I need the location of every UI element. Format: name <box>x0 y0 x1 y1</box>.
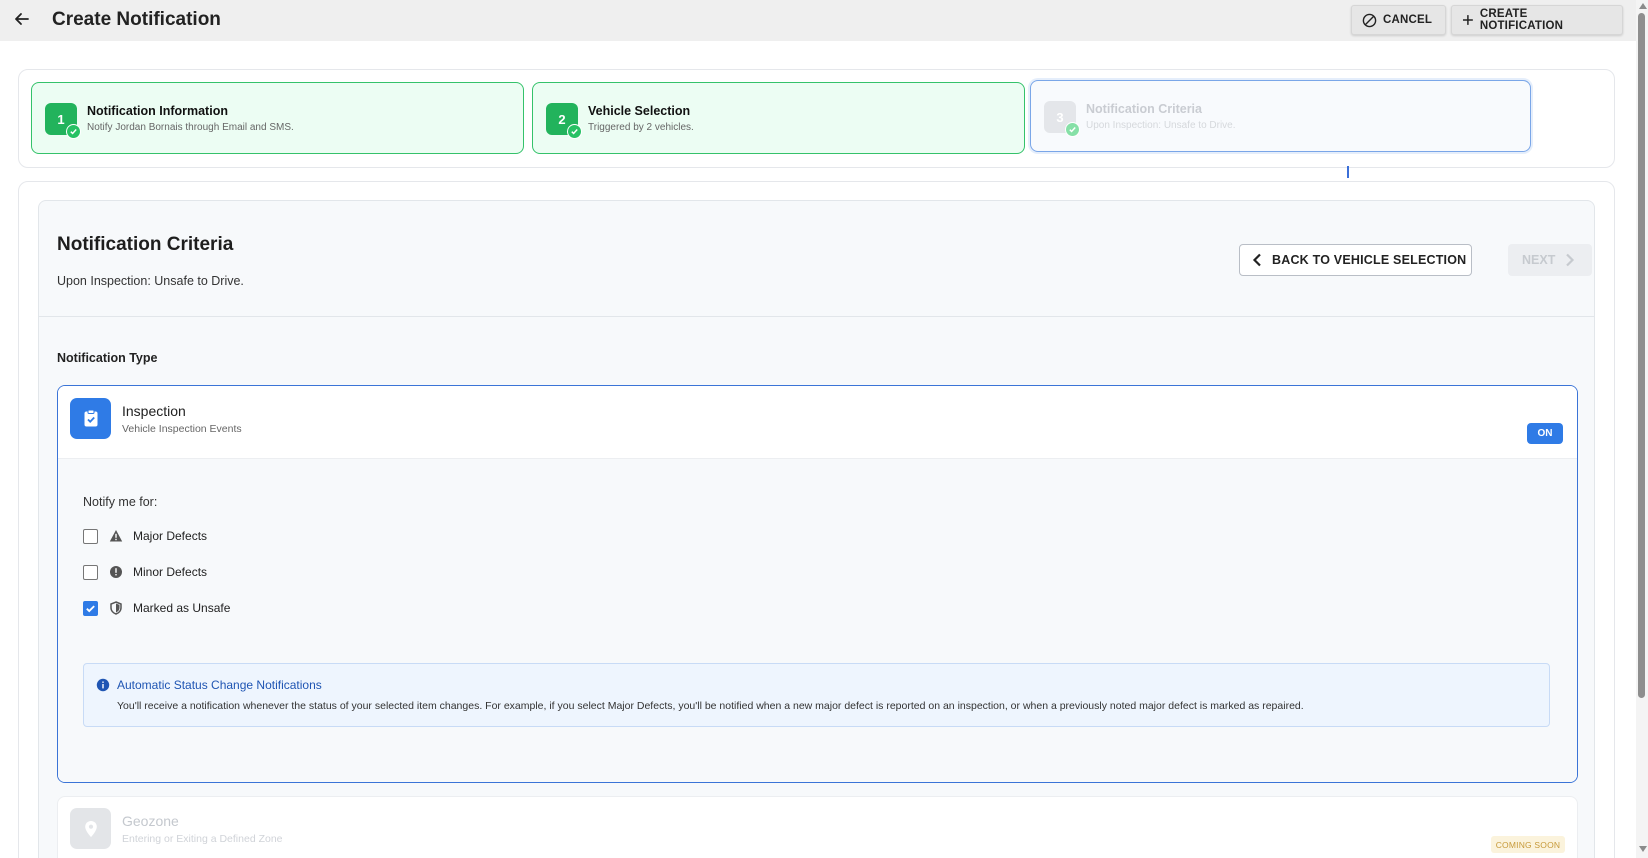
step-notification-information[interactable]: 1 Notification Information Notify Jordan… <box>31 82 524 154</box>
info-title: Automatic Status Change Notifications <box>117 678 322 692</box>
create-notification-button[interactable]: CREATE NOTIFICATION <box>1451 5 1623 35</box>
inspection-card-header: Inspection Vehicle Inspection Events ON <box>58 386 1577 459</box>
check-icon <box>66 124 81 139</box>
step-subtitle: Upon Inspection: Unsafe to Drive. <box>1086 120 1236 131</box>
geozone-subtitle: Entering or Exiting a Defined Zone <box>122 833 283 845</box>
major-defects-checkbox[interactable] <box>83 528 98 544</box>
page-title: Create Notification <box>52 9 221 30</box>
option-minor-defects[interactable]: Minor Defects <box>83 563 207 581</box>
back-arrow-icon[interactable] <box>12 9 32 29</box>
info-text: You'll receive a notification whenever t… <box>117 700 1304 712</box>
cancel-label: CANCEL <box>1383 14 1433 26</box>
inspection-subtitle: Vehicle Inspection Events <box>122 423 242 435</box>
notify-label: Notify me for: <box>83 495 158 509</box>
option-marked-as-unsafe[interactable]: Marked as Unsafe <box>83 599 230 617</box>
warning-triangle-icon <box>109 530 123 542</box>
clipboard-check-icon <box>70 398 111 439</box>
criteria-title: Notification Criteria <box>57 234 234 255</box>
step-title: Notification Criteria <box>1086 102 1202 116</box>
exclamation-circle-icon <box>110 566 122 578</box>
step-subtitle: Triggered by 2 vehicles. <box>588 122 694 133</box>
step-vehicle-selection[interactable]: 2 Vehicle Selection Triggered by 2 vehic… <box>532 82 1025 154</box>
shield-icon <box>110 601 122 615</box>
step-title: Notification Information <box>87 104 228 118</box>
scrollbar-thumb[interactable] <box>1638 13 1645 698</box>
minor-defects-checkbox[interactable] <box>83 564 98 580</box>
inspection-toggle[interactable]: ON <box>1527 423 1563 444</box>
next-button[interactable]: NEXT <box>1508 244 1592 276</box>
scroll-down-arrow-icon[interactable] <box>1639 846 1647 852</box>
top-bar: Create Notification CANCEL CREATE NOTIFI… <box>0 0 1636 41</box>
step-notification-criteria[interactable]: 3 Notification Criteria Upon Inspection:… <box>1030 80 1531 152</box>
step-connector <box>1347 166 1349 178</box>
chevron-right-icon <box>1566 253 1575 267</box>
cancel-button[interactable]: CANCEL <box>1351 5 1446 35</box>
step-title: Vehicle Selection <box>588 104 691 118</box>
criteria-panel: Notification Criteria Upon Inspection: U… <box>38 200 1595 858</box>
criteria-subtitle: Upon Inspection: Unsafe to Drive. <box>57 274 244 288</box>
check-icon <box>567 124 582 139</box>
marked-as-unsafe-checkbox[interactable] <box>83 600 98 616</box>
scroll-up-arrow-icon[interactable] <box>1639 3 1647 9</box>
stepper: 1 Notification Information Notify Jordan… <box>18 69 1615 168</box>
status-change-info-box: Automatic Status Change Notifications Yo… <box>83 663 1550 727</box>
coming-soon-badge: COMING SOON <box>1491 836 1565 853</box>
criteria-header: Notification Criteria Upon Inspection: U… <box>39 201 1594 317</box>
create-label: CREATE NOTIFICATION <box>1479 8 1564 32</box>
option-major-defects[interactable]: Major Defects <box>83 527 207 545</box>
back-to-vehicle-selection-button[interactable]: BACK TO VEHICLE SELECTION <box>1239 244 1472 276</box>
option-label: Major Defects <box>133 529 208 543</box>
geozone-title: Geozone <box>122 813 179 829</box>
option-label: Marked as Unsafe <box>133 601 231 615</box>
option-label: Minor Defects <box>133 565 208 579</box>
notification-type-label: Notification Type <box>57 351 158 365</box>
step-subtitle: Notify Jordan Bornais through Email and … <box>87 122 294 133</box>
info-icon <box>96 678 110 692</box>
check-icon <box>1065 122 1080 137</box>
main-card: Notification Criteria Upon Inspection: U… <box>18 181 1615 858</box>
map-pin-icon <box>70 808 111 849</box>
geozone-card: Geozone Entering or Exiting a Defined Zo… <box>57 796 1578 858</box>
cancel-circle-icon <box>1362 13 1377 27</box>
next-label: NEXT <box>1522 253 1556 267</box>
back-label: BACK TO VEHICLE SELECTION <box>1272 253 1467 267</box>
chevron-left-icon <box>1252 253 1261 267</box>
inspection-options: Notify me for: Major Defects Minor Defec… <box>58 459 1577 782</box>
plus-icon <box>1462 15 1473 25</box>
inspection-card[interactable]: Inspection Vehicle Inspection Events ON … <box>57 385 1578 783</box>
inspection-title: Inspection <box>122 403 186 419</box>
